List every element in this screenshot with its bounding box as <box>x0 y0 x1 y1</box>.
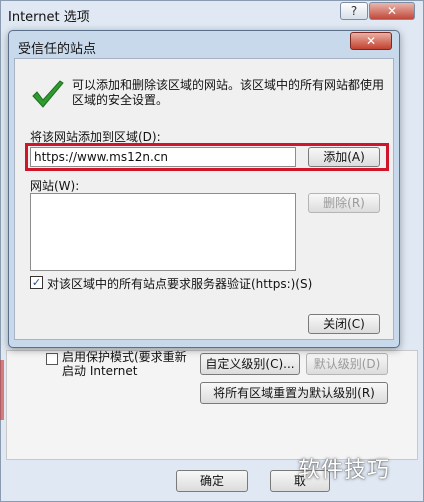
dialog-close-icon[interactable]: ✕ <box>350 32 392 50</box>
protected-mode-label: 启用保护模式(要求重新启动 Internet <box>62 350 187 378</box>
zone-edge-marker <box>0 360 4 420</box>
internet-options-title: Internet 选项 <box>8 10 90 25</box>
info-text: 可以添加和删除该区域的网站。该区域中的所有网站都使用区域的安全设置。 <box>72 78 385 107</box>
help-button[interactable]: ? <box>340 2 368 20</box>
require-https-checkbox[interactable]: ✓ <box>30 276 43 289</box>
websites-list[interactable] <box>30 193 296 271</box>
close-button[interactable]: 关闭(C) <box>308 314 380 334</box>
add-button[interactable]: 添加(A) <box>308 147 380 167</box>
require-https-label: 对该区域中的所有站点要求服务器验证(https:)(S) <box>47 277 313 291</box>
custom-level-button[interactable]: 自定义级别(C)... <box>200 353 300 375</box>
reset-all-zones-button[interactable]: 将所有区域重置为默认级别(R) <box>200 382 388 404</box>
website-url-input[interactable]: https://www.ms12n.cn <box>30 147 296 167</box>
watermark-text: 软件技巧 <box>298 458 391 483</box>
ok-button[interactable]: 确定 <box>176 470 248 492</box>
remove-button[interactable]: 删除(R) <box>308 193 380 213</box>
dialog-title: 受信任的站点 <box>18 42 97 57</box>
window-close-button[interactable]: ✕ <box>369 2 415 20</box>
websites-label: 网站(W): <box>30 179 80 193</box>
default-level-button[interactable]: 默认级别(D) <box>306 353 388 375</box>
checkmark-icon <box>32 80 64 108</box>
protected-mode-checkbox[interactable] <box>46 353 58 365</box>
